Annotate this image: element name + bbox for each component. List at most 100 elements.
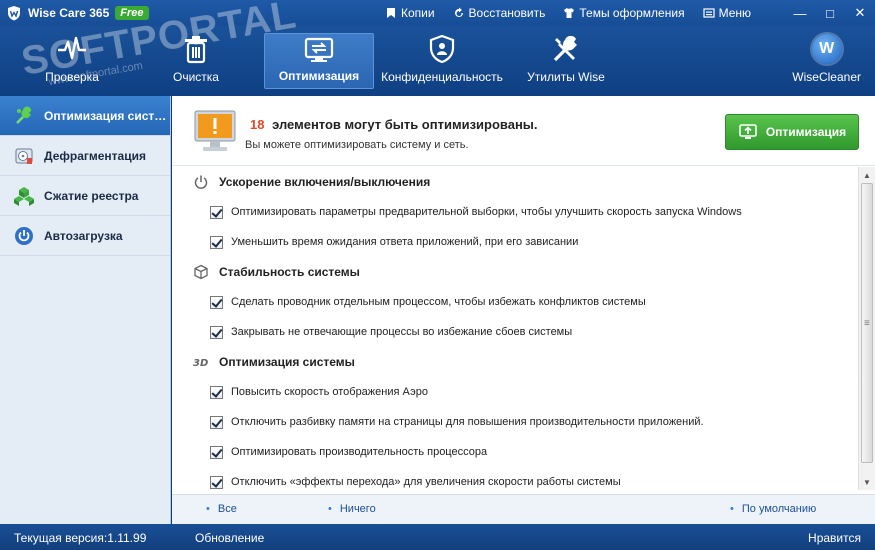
- scroll-down-icon[interactable]: ▼: [859, 474, 875, 490]
- section-boot: Ускорение включения/выключения: [172, 167, 858, 197]
- nav-check[interactable]: Проверка: [22, 26, 122, 92]
- scroll-thumb[interactable]: [861, 183, 873, 463]
- scroll-up-icon[interactable]: ▲: [859, 167, 875, 183]
- power-icon: [15, 226, 33, 245]
- option-label: Сделать проводник отдельным процессом, ч…: [231, 296, 646, 308]
- sidebar-item-label: Сжатие реестра: [44, 188, 139, 203]
- wisecleaner-brand[interactable]: W WiseCleaner: [792, 34, 861, 84]
- select-default-link[interactable]: По умолчанию: [730, 503, 816, 515]
- minimize-button[interactable]: —: [785, 0, 815, 26]
- optimizable-headline: 18 элементов могут быть оптимизированы.: [250, 117, 538, 132]
- registry-icon: [14, 186, 34, 206]
- warning-monitor-icon: [194, 110, 236, 151]
- option-checkbox[interactable]: [210, 415, 223, 429]
- main-nav: Проверка Очистка Оптимизация Конфиденциа…: [0, 26, 875, 96]
- option-row[interactable]: Сделать проводник отдельным процессом, ч…: [172, 287, 858, 317]
- option-label: Отключить «эффекты перехода» для увеличе…: [231, 476, 621, 488]
- section-system-optimization: 3D Оптимизация системы: [172, 347, 858, 377]
- trash-icon: [185, 36, 207, 64]
- app-logo-icon: [8, 6, 20, 21]
- like-link[interactable]: Нравится: [808, 531, 861, 545]
- title-bar: Wise Care 365 Free Копии Восстановить Те…: [0, 0, 875, 26]
- sidebar-item-defrag[interactable]: Дефрагментация: [0, 136, 170, 176]
- sidebar-item-label: Оптимизация системы: [44, 108, 170, 123]
- sidebar-item-registry-defrag[interactable]: Сжатие реестра: [0, 176, 170, 216]
- option-row[interactable]: Оптимизировать производительность процес…: [172, 437, 858, 467]
- nav-wise-utilities-label: Утилиты Wise: [527, 70, 605, 84]
- optimization-list: Ускорение включения/выключения Оптимизир…: [172, 167, 858, 490]
- option-checkbox[interactable]: [210, 235, 223, 249]
- defrag-icon: [15, 148, 33, 164]
- backups-menu-item[interactable]: Копии: [385, 6, 435, 20]
- option-label: Уменьшить время ожидания ответа приложен…: [231, 236, 579, 248]
- main-menu-item[interactable]: Меню: [702, 6, 751, 20]
- shield-icon: [429, 34, 455, 64]
- themes-label: Темы оформления: [579, 6, 685, 20]
- option-checkbox[interactable]: [210, 325, 223, 339]
- optimizable-count: 18: [250, 117, 265, 132]
- svg-text:3D: 3D: [193, 358, 208, 369]
- option-label: Повысить скорость отображения Аэро: [231, 386, 428, 398]
- sidebar-item-system-optimization[interactable]: Оптимизация системы: [0, 96, 170, 136]
- bookmark-icon: [386, 8, 395, 18]
- menu-icon: [702, 8, 715, 18]
- menu-label: Меню: [718, 6, 751, 20]
- sidebar-item-label: Автозагрузка: [44, 228, 123, 243]
- nav-privacy-label: Конфиденциальность: [381, 70, 503, 84]
- banner-subtitle: Вы можете оптимизировать систему и сеть.: [245, 139, 469, 151]
- option-checkbox[interactable]: [210, 205, 223, 219]
- restore-menu-item[interactable]: Восстановить: [453, 6, 546, 20]
- nav-optimize-label: Оптимизация: [278, 69, 360, 83]
- version-text: Текущая версия:1.11.99: [14, 531, 147, 545]
- optimize-button[interactable]: Оптимизация: [725, 114, 859, 150]
- option-row[interactable]: Закрывать не отвечающие процессы во избе…: [172, 317, 858, 347]
- sidebar-item-label: Дефрагментация: [44, 148, 146, 163]
- update-link[interactable]: Обновление: [195, 531, 264, 545]
- pulse-icon: [58, 36, 86, 60]
- option-checkbox[interactable]: [210, 385, 223, 399]
- option-row[interactable]: Повысить скорость отображения Аэро: [172, 377, 858, 407]
- 3d-icon: 3D: [193, 358, 208, 369]
- sidebar-item-startup[interactable]: Автозагрузка: [0, 216, 170, 256]
- section-title: Оптимизация системы: [219, 355, 355, 369]
- tools-icon: [553, 35, 577, 62]
- maximize-button[interactable]: □: [815, 0, 845, 26]
- section-title: Стабильность системы: [219, 265, 360, 279]
- option-row[interactable]: Отключить «эффекты перехода» для увеличе…: [172, 467, 858, 490]
- nav-privacy[interactable]: Конфиденциальность: [381, 26, 503, 92]
- close-button[interactable]: ✕: [845, 0, 875, 26]
- select-all-link[interactable]: Все: [206, 503, 237, 515]
- optimize-button-label: Оптимизация: [765, 125, 847, 139]
- wisecleaner-label: WiseCleaner: [792, 70, 861, 84]
- option-label: Оптимизировать производительность процес…: [231, 446, 488, 458]
- option-label: Отключить разбивку памяти на страницы дл…: [231, 416, 704, 428]
- option-row[interactable]: Отключить разбивку памяти на страницы дл…: [172, 407, 858, 437]
- nav-optimize[interactable]: Оптимизация: [264, 33, 374, 89]
- app-title: Wise Care 365: [28, 6, 110, 20]
- wisecleaner-logo-icon: W: [811, 34, 842, 64]
- option-checkbox[interactable]: [210, 445, 223, 459]
- main-panel: 18 элементов могут быть оптимизированы. …: [172, 96, 875, 524]
- option-row[interactable]: Уменьшить время ожидания ответа приложен…: [172, 227, 858, 257]
- window-controls: — □ ✕: [785, 0, 875, 26]
- restore-label: Восстановить: [468, 6, 546, 20]
- system-optimize-icon: [16, 105, 32, 124]
- optimize-icon: [304, 37, 334, 62]
- option-checkbox[interactable]: [210, 295, 223, 309]
- option-label: Оптимизировать параметры предварительной…: [231, 206, 742, 218]
- option-row[interactable]: Оптимизировать параметры предварительной…: [172, 197, 858, 227]
- status-bar: Текущая версия:1.11.99 Обновление Нравит…: [0, 524, 875, 550]
- cube-icon: [194, 264, 208, 280]
- list-scrollbar[interactable]: ▲ ▼: [858, 167, 875, 490]
- nav-wise-utilities[interactable]: Утилиты Wise: [516, 26, 616, 92]
- section-title: Ускорение включения/выключения: [219, 175, 431, 189]
- shirt-icon: [564, 8, 575, 18]
- nav-check-label: Проверка: [45, 70, 99, 84]
- nav-clean[interactable]: Очистка: [146, 26, 246, 92]
- themes-menu-item[interactable]: Темы оформления: [563, 6, 685, 20]
- power-icon: [194, 175, 208, 189]
- option-checkbox[interactable]: [210, 475, 223, 489]
- selection-links: Все Ничего По умолчанию: [172, 494, 875, 524]
- select-none-link[interactable]: Ничего: [328, 503, 376, 515]
- option-label: Закрывать не отвечающие процессы во избе…: [231, 326, 573, 338]
